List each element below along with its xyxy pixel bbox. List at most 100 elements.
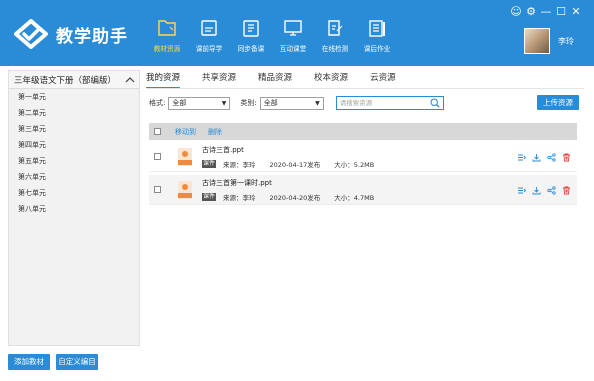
online-test-icon (328, 20, 343, 36)
chevron-up-icon[interactable] (125, 76, 135, 84)
file-date: 2020-04-17发布 (269, 160, 321, 169)
textbook-selector[interactable]: 三年级语文下册（部编版） (9, 71, 139, 89)
window-controls: ☺ ⚙ — ☐ ✕ (510, 6, 582, 18)
homework-icon (369, 20, 385, 37)
nav-label: 课前导学 (195, 45, 223, 53)
download-icon[interactable] (532, 153, 541, 162)
tab-premium-resources[interactable]: 精品资源 (258, 70, 292, 88)
table-row[interactable]: 古诗三首第一课时.ppt 课件 来源：李玲 2020-04-20发布 大小：4.… (149, 175, 577, 205)
nav-label: 课后作业 (363, 45, 391, 53)
sidebar: 三年级语文下册（部编版） 第一单元 第二单元 第三单元 第四单元 第五单元 第六… (8, 70, 140, 346)
search-placeholder: 请搜索资源 (339, 99, 373, 107)
push-icon[interactable] (517, 153, 526, 162)
file-source: 来源：李玲 (223, 160, 256, 169)
trash-icon[interactable] (562, 186, 571, 195)
format-value: 全部 (172, 98, 187, 107)
tabs-divider (146, 88, 584, 89)
trash-icon[interactable] (562, 153, 571, 162)
upload-resource-button[interactable]: 上传资源 (537, 95, 579, 110)
row-actions (517, 186, 571, 195)
minimize-icon[interactable]: — (540, 6, 552, 18)
share-icon[interactable] (547, 153, 556, 162)
smile-icon[interactable]: ☺ (510, 6, 522, 18)
sidebar-item-unit-6[interactable]: 第六单元 (9, 169, 139, 185)
file-source: 来源：李玲 (223, 193, 256, 202)
row-checkbox[interactable] (154, 153, 161, 160)
close-icon[interactable]: ✕ (570, 6, 582, 18)
search-icon[interactable] (430, 98, 440, 108)
dropdown-arrow-icon: ▼ (315, 99, 320, 107)
share-icon[interactable] (547, 186, 556, 195)
nav-label: 互动课堂 (279, 45, 307, 53)
user-profile[interactable]: 李玲 (524, 28, 582, 54)
select-all-checkbox[interactable] (154, 128, 161, 135)
file-date: 2020-04-20发布 (269, 193, 321, 202)
file-size: 大小：5.2MB (334, 160, 375, 169)
nav-preview-guide[interactable]: 课前导学 (188, 18, 230, 58)
table-row[interactable]: 古诗三首.ppt 课件 来源：李玲 2020-04-17发布 大小：5.2MB (149, 142, 577, 172)
tab-cloud-resources[interactable]: 云资源 (370, 70, 396, 88)
list-header: 移动到 删除 (149, 123, 577, 140)
filter-bar: 格式: 全部 ▼ 类别: 全部 ▼ 请搜索资源 上传资源 (149, 95, 579, 111)
app-title: 教学助手 (56, 26, 128, 47)
tab-school-resources[interactable]: 校本资源 (314, 70, 348, 88)
category-label: 类别: (240, 99, 257, 107)
format-select[interactable]: 全部 ▼ (168, 96, 231, 110)
sidebar-item-unit-3[interactable]: 第三单元 (9, 121, 139, 137)
resource-tabs: 我的资源 共享资源 精品资源 校本资源 云资源 (146, 70, 418, 88)
sidebar-item-unit-1[interactable]: 第一单元 (9, 89, 139, 105)
row-checkbox[interactable] (154, 186, 161, 193)
textbook-title: 三年级语文下册（部编版） (14, 75, 117, 86)
sidebar-item-unit-2[interactable]: 第二单元 (9, 105, 139, 121)
nav-textbook-resource[interactable]: 教材资源 (146, 18, 188, 58)
format-label: 格式: (149, 99, 166, 107)
type-badge: 课件 (202, 192, 217, 201)
sidebar-item-unit-5[interactable]: 第五单元 (9, 153, 139, 169)
download-icon[interactable] (532, 186, 541, 195)
file-size: 大小：4.7MB (334, 193, 375, 202)
row-actions (517, 153, 571, 162)
app-window: 教学助手 教材资源 课前导学 同步备课 互动课堂 在线检测 课后作业 ☺ ⚙ —… (0, 0, 594, 381)
category-select[interactable]: 全部 ▼ (259, 96, 324, 110)
nav-sync-prep[interactable]: 同步备课 (230, 18, 272, 58)
tab-shared-resources[interactable]: 共享资源 (202, 70, 236, 88)
main-nav: 教材资源 课前导学 同步备课 互动课堂 在线检测 课后作业 (146, 18, 398, 58)
preview-guide-icon (201, 20, 217, 36)
nav-label: 同步备课 (237, 45, 265, 53)
sidebar-item-unit-4[interactable]: 第四单元 (9, 137, 139, 153)
category-value: 全部 (263, 98, 278, 107)
ppt-file-icon (178, 147, 192, 166)
tab-my-resources[interactable]: 我的资源 (146, 70, 181, 88)
maximize-icon[interactable]: ☐ (555, 6, 567, 18)
sidebar-item-unit-8[interactable]: 第八单元 (9, 201, 139, 217)
add-textbook-button[interactable]: 添加教材 (8, 354, 50, 370)
nav-online-test[interactable]: 在线检测 (314, 18, 356, 58)
gear-icon[interactable]: ⚙ (525, 6, 537, 18)
nav-interactive-class[interactable]: 互动课堂 (272, 18, 314, 58)
ppt-file-icon (178, 180, 192, 199)
custom-catalog-button[interactable]: 自定义编目 (56, 354, 98, 370)
top-bar: 教学助手 教材资源 课前导学 同步备课 互动课堂 在线检测 课后作业 ☺ ⚙ —… (0, 0, 594, 66)
file-name[interactable]: 古诗三首.ppt (202, 145, 388, 155)
dropdown-arrow-icon: ▼ (221, 99, 227, 107)
move-to-button[interactable]: 移动到 (175, 127, 196, 137)
sidebar-footer: 添加教材 自定义编目 (8, 354, 98, 370)
nav-homework[interactable]: 课后作业 (356, 18, 398, 58)
search-input[interactable]: 请搜索资源 (335, 96, 444, 110)
file-meta: 课件 来源：李玲 2020-04-20发布 大小：4.7MB (202, 192, 388, 202)
delete-button[interactable]: 删除 (208, 127, 222, 137)
username: 李玲 (558, 36, 574, 46)
file-meta: 课件 来源：李玲 2020-04-17发布 大小：5.2MB (202, 159, 388, 169)
file-info: 古诗三首.ppt 课件 来源：李玲 2020-04-17发布 大小：5.2MB (202, 145, 388, 169)
file-info: 古诗三首第一课时.ppt 课件 来源：李玲 2020-04-20发布 大小：4.… (202, 178, 388, 202)
sync-prep-icon (243, 20, 259, 37)
sidebar-item-unit-7[interactable]: 第七单元 (9, 185, 139, 201)
push-icon[interactable] (517, 186, 526, 195)
type-badge: 课件 (202, 159, 217, 168)
file-name[interactable]: 古诗三首第一课时.ppt (202, 178, 388, 188)
nav-label: 教材资源 (153, 45, 181, 53)
interactive-class-icon (284, 20, 302, 36)
avatar[interactable] (524, 28, 550, 54)
nav-label: 在线检测 (321, 45, 349, 53)
logo-mark-icon (14, 19, 48, 49)
